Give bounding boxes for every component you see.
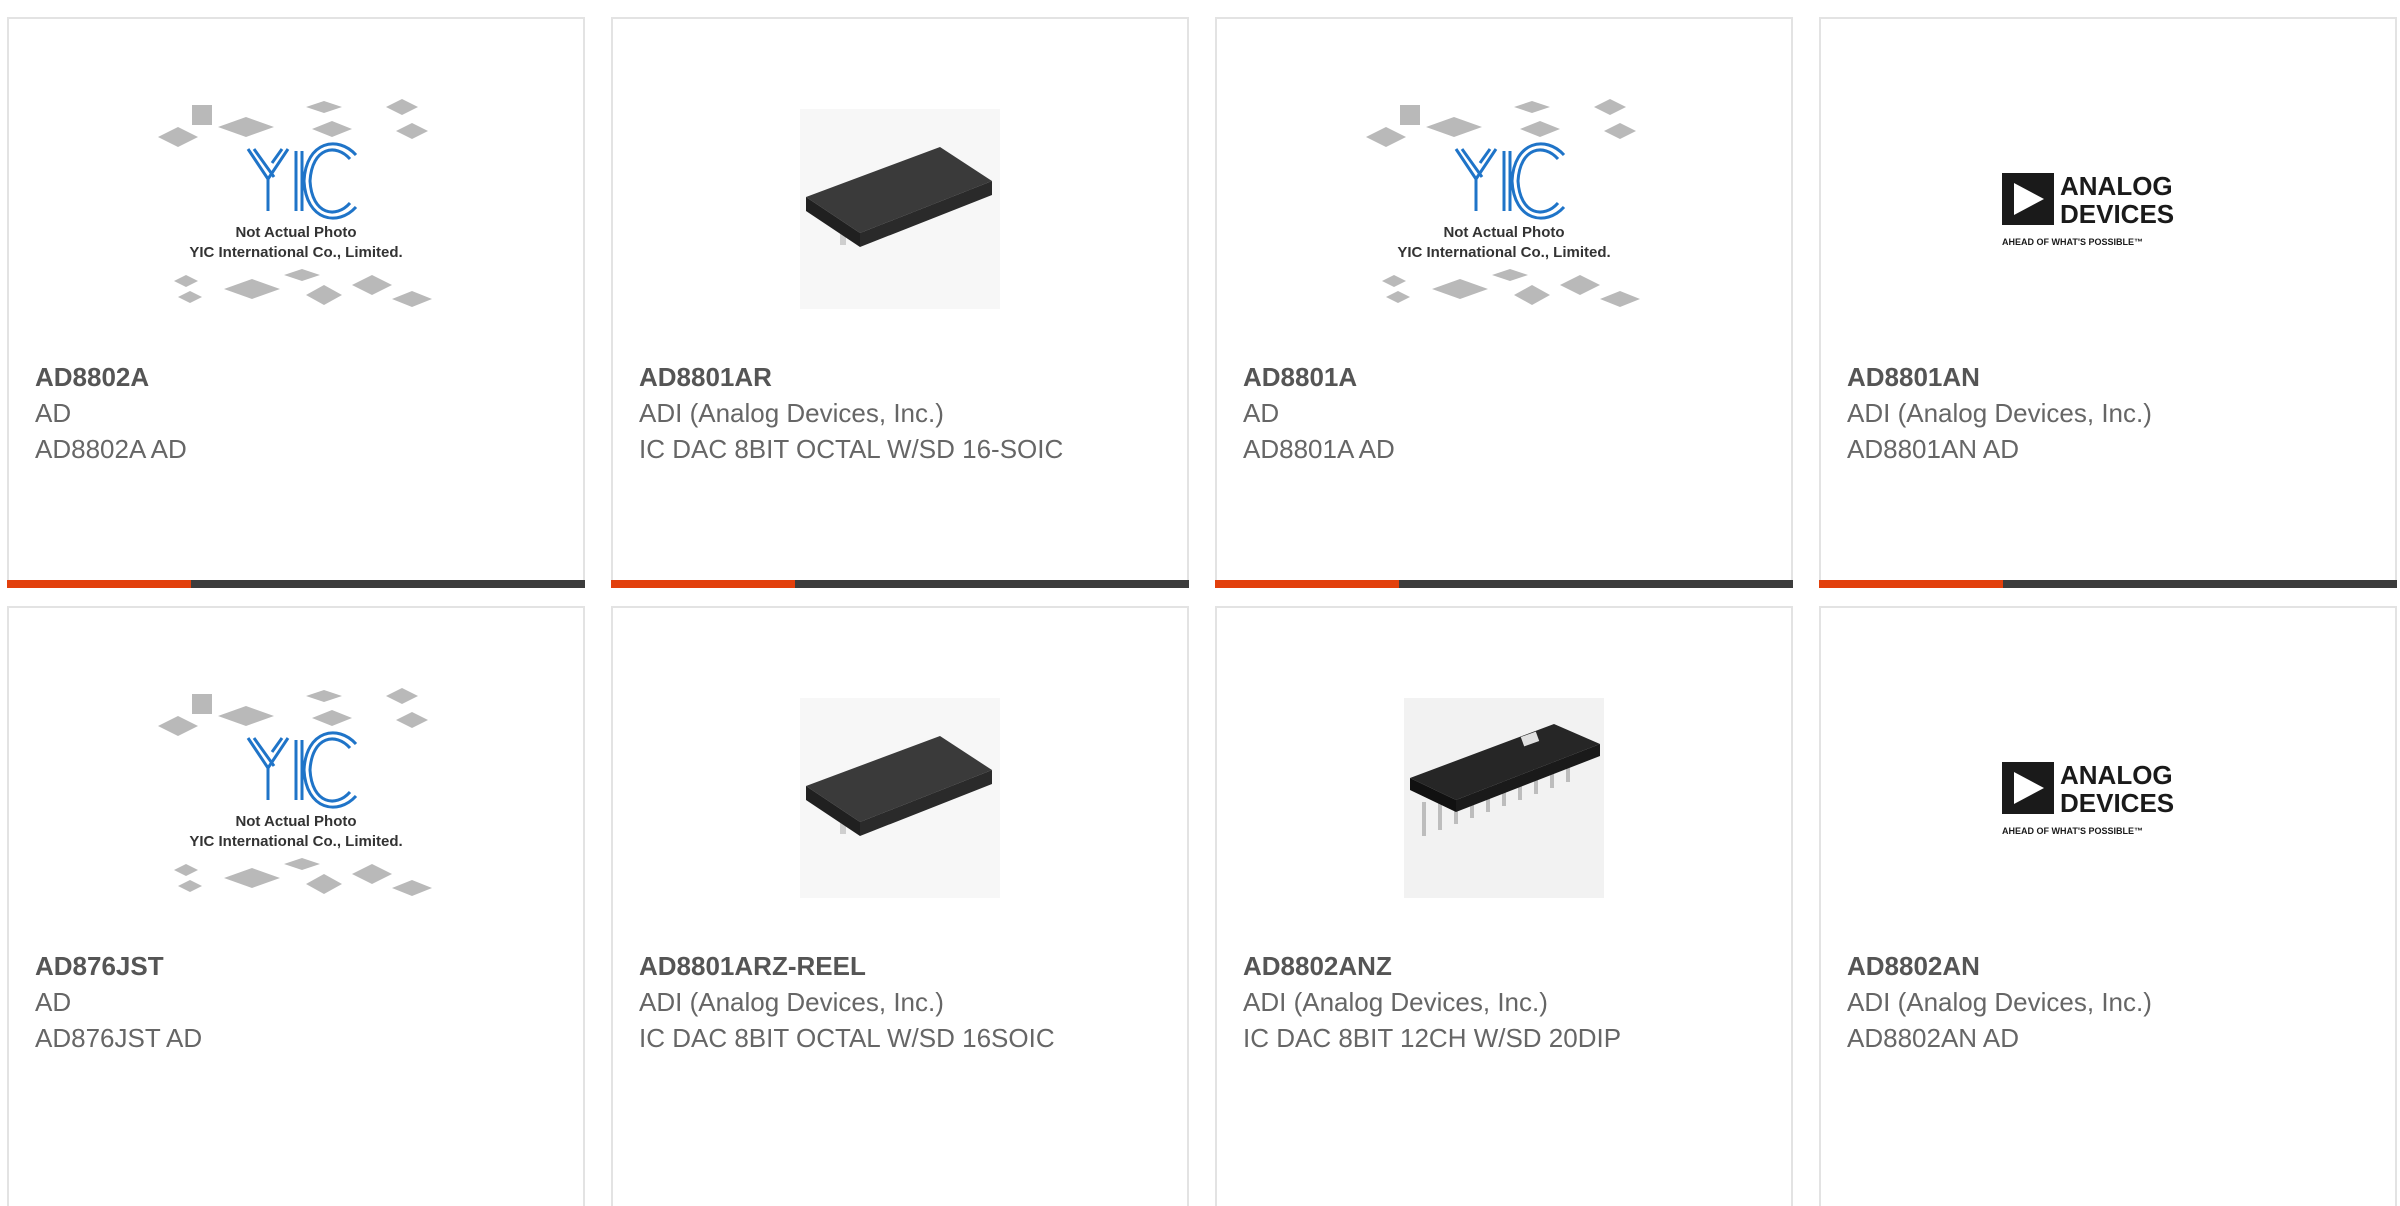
placeholder-company: YIC International Co., Limited. — [1397, 244, 1610, 261]
description-text: AD8801A AD — [1243, 434, 1395, 464]
product-card[interactable]: Not Actual Photo YIC International Co., … — [7, 606, 585, 1206]
yic-placeholder-image[interactable]: Not Actual Photo YIC International Co., … — [1217, 49, 1791, 369]
product-card[interactable]: AD8801ARZ-REEL ADI (Analog Devices, Inc.… — [611, 606, 1189, 1206]
manufacturer-text: AD — [35, 987, 72, 1017]
logo-tagline: AHEAD OF WHAT'S POSSIBLE™ — [2002, 237, 2143, 247]
logo-tagline: AHEAD OF WHAT'S POSSIBLE™ — [2002, 826, 2143, 836]
manufacturer-text: ADI (Analog Devices, Inc.) — [639, 398, 944, 428]
analog-devices-logo-image[interactable]: ANALOG DEVICES AHEAD OF WHAT'S POSSIBLE™ — [1821, 638, 2395, 958]
product-card[interactable]: ANALOG DEVICES AHEAD OF WHAT'S POSSIBLE™… — [1819, 606, 2397, 1206]
description-text: IC DAC 8BIT OCTAL W/SD 16SOIC — [639, 1023, 1055, 1053]
part-number-link[interactable]: AD8802A — [35, 359, 463, 395]
placeholder-caption: Not Actual Photo — [235, 813, 356, 830]
description-text: AD876JST AD — [35, 1023, 203, 1053]
product-card[interactable]: AD8802ANZ ADI (Analog Devices, Inc.) IC … — [1215, 606, 1793, 1206]
description-text: AD8802AN AD — [1847, 1023, 2019, 1053]
placeholder-company: YIC International Co., Limited. — [189, 833, 402, 850]
logo-line1: ANALOG — [2060, 760, 2173, 790]
manufacturer-text: AD — [35, 398, 72, 428]
yic-placeholder-image[interactable]: Not Actual Photo YIC International Co., … — [9, 638, 583, 958]
product-card[interactable]: ANALOG DEVICES AHEAD OF WHAT'S POSSIBLE™… — [1819, 17, 2397, 588]
logo-line1: ANALOG — [2060, 171, 2173, 201]
product-card[interactable]: Not Actual Photo YIC International Co., … — [7, 17, 585, 588]
manufacturer-text: ADI (Analog Devices, Inc.) — [1847, 987, 2152, 1017]
manufacturer-text: ADI (Analog Devices, Inc.) — [639, 987, 944, 1017]
part-number-link[interactable]: AD876JST — [35, 948, 463, 984]
description-text: AD8802A AD — [35, 434, 187, 464]
card-footer-bar — [7, 580, 585, 588]
placeholder-caption: Not Actual Photo — [235, 224, 356, 241]
card-accent-bar — [7, 580, 191, 588]
card-footer-bar — [611, 580, 1189, 588]
yic-placeholder-image[interactable]: Not Actual Photo YIC International Co., … — [9, 49, 583, 369]
soic-chip-image[interactable] — [613, 49, 1187, 369]
description-text: AD8801AN AD — [1847, 434, 2019, 464]
product-card[interactable]: AD8801AR ADI (Analog Devices, Inc.) IC D… — [611, 17, 1189, 588]
analog-devices-logo-image[interactable]: ANALOG DEVICES AHEAD OF WHAT'S POSSIBLE™ — [1821, 49, 2395, 369]
logo-line2: DEVICES — [2060, 788, 2174, 818]
description-text: IC DAC 8BIT OCTAL W/SD 16-SOIC — [639, 434, 1064, 464]
part-number-link[interactable]: AD8802AN — [1847, 948, 2275, 984]
manufacturer-text: AD — [1243, 398, 1280, 428]
part-number-link[interactable]: AD8801AR — [639, 359, 1067, 395]
logo-line2: DEVICES — [2060, 199, 2174, 229]
product-grid: Not Actual Photo YIC International Co., … — [0, 0, 2400, 1206]
part-number-link[interactable]: AD8802ANZ — [1243, 948, 1671, 984]
part-number-link[interactable]: AD8801ARZ-REEL — [639, 948, 1067, 984]
soic-chip-image[interactable] — [613, 638, 1187, 958]
part-number-link[interactable]: AD8801A — [1243, 359, 1671, 395]
placeholder-caption: Not Actual Photo — [1443, 224, 1564, 241]
dip-chip-image[interactable] — [1217, 638, 1791, 958]
card-accent-bar — [1819, 580, 2003, 588]
placeholder-company: YIC International Co., Limited. — [189, 244, 402, 261]
description-text: IC DAC 8BIT 12CH W/SD 20DIP — [1243, 1023, 1622, 1053]
product-card[interactable]: Not Actual Photo YIC International Co., … — [1215, 17, 1793, 588]
manufacturer-text: ADI (Analog Devices, Inc.) — [1847, 398, 2152, 428]
card-footer-bar — [1215, 580, 1793, 588]
manufacturer-text: ADI (Analog Devices, Inc.) — [1243, 987, 1548, 1017]
part-number-link[interactable]: AD8801AN — [1847, 359, 2275, 395]
card-footer-bar — [1819, 580, 2397, 588]
card-accent-bar — [1215, 580, 1399, 588]
card-accent-bar — [611, 580, 795, 588]
